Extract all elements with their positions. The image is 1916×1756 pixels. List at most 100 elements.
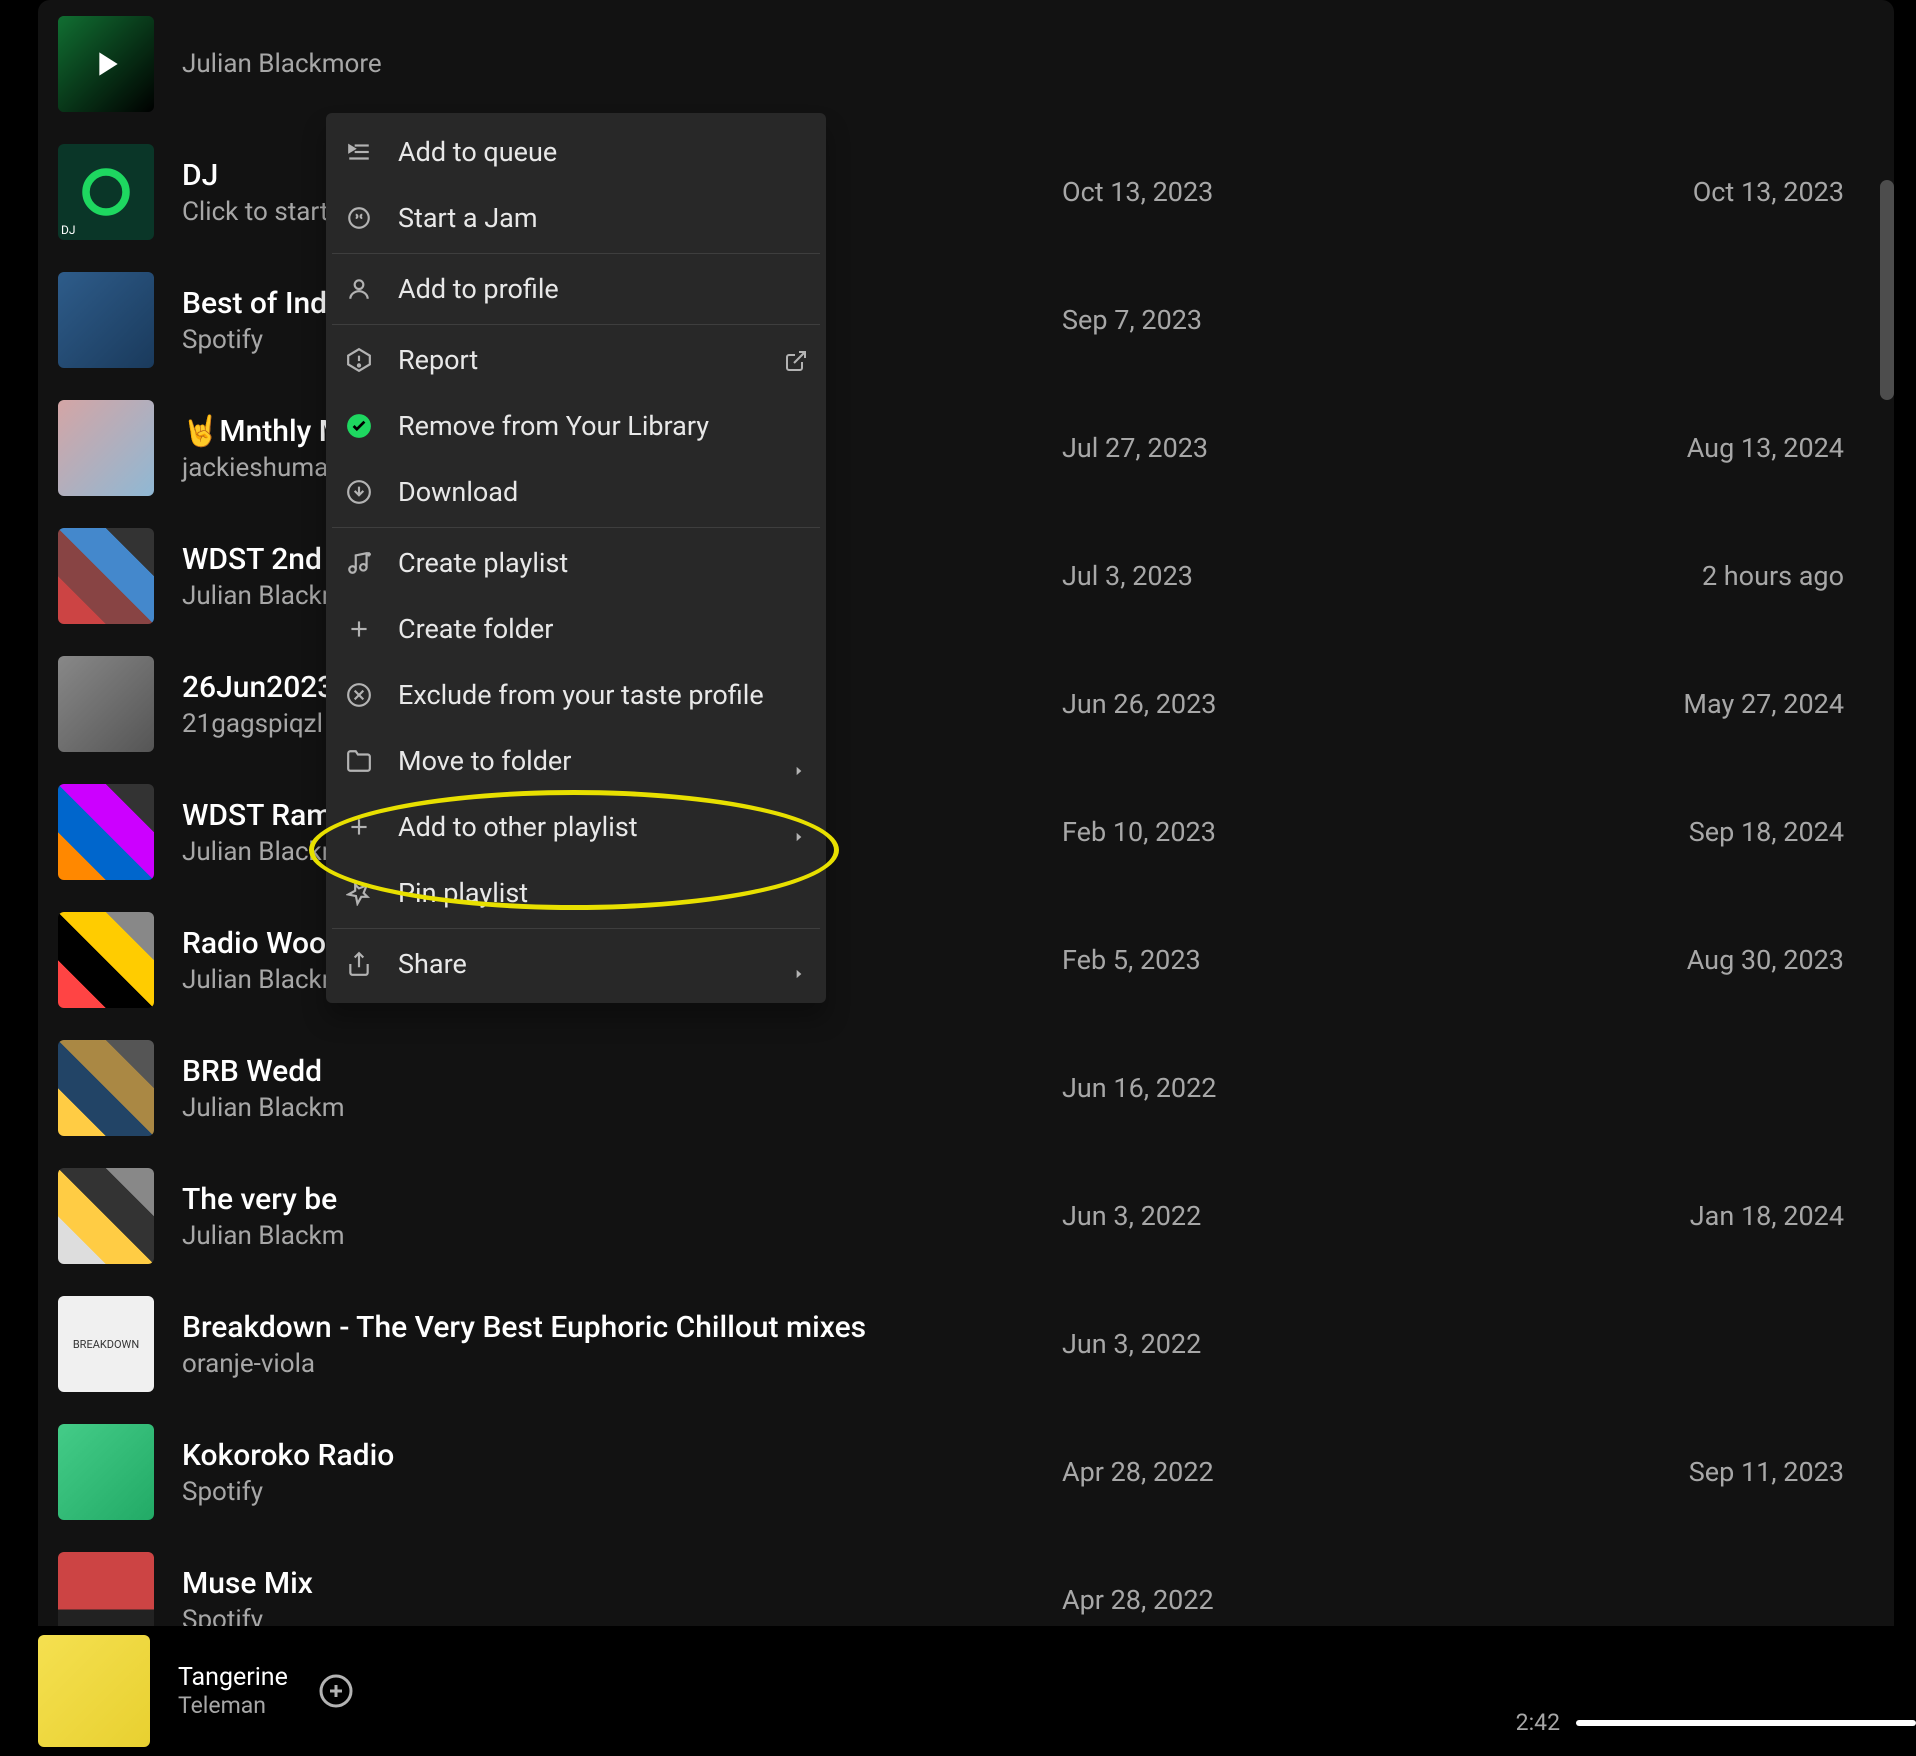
menu-label: Add to profile [398, 273, 808, 305]
menu-add-to-queue[interactable]: Add to queue [332, 119, 820, 185]
menu-label: Exclude from your taste profile [398, 679, 808, 711]
playlist-row[interactable]: Best of Ind Spotify Sep 7, 2023 [38, 256, 1894, 384]
menu-create-folder[interactable]: Create folder [332, 596, 820, 662]
playlist-date-played: Sep 18, 2024 [1582, 816, 1874, 848]
jam-icon [344, 203, 374, 233]
menu-move-to-folder[interactable]: Move to folder [332, 728, 820, 794]
playlist-title: Muse Mix [182, 1566, 1062, 1601]
playlist-title: The very be [182, 1182, 1062, 1217]
now-playing-title[interactable]: Tangerine [178, 1663, 288, 1692]
playlist-row[interactable]: Julian Blackmore Nov 1, 2023 2 minutes a… [38, 0, 1894, 128]
playlist-thumb [58, 16, 154, 112]
menu-label: Move to folder [398, 745, 792, 777]
check-circle-icon [344, 411, 374, 441]
playlist-date-added: Jul 3, 2023 [1062, 560, 1582, 592]
playlist-author: Julian Blackm [182, 1221, 1062, 1251]
menu-label: Download [398, 476, 808, 508]
playlist-row[interactable]: 26Jun2023 21gagspiqzl Jun 26, 2023 May 2… [38, 640, 1894, 768]
playlist-date-played: Aug 13, 2024 [1582, 432, 1874, 464]
playlist-thumb [58, 272, 154, 368]
menu-add-to-profile[interactable]: Add to profile [332, 256, 820, 322]
now-playing-artist[interactable]: Teleman [178, 1692, 288, 1719]
playlist-row[interactable]: BREAKDOWN Breakdown - The Very Best Euph… [38, 1280, 1894, 1408]
menu-add-to-other-playlist[interactable]: Add to other playlist [332, 794, 820, 860]
playlist-date-played: May 27, 2024 [1582, 688, 1874, 720]
pin-icon [344, 878, 374, 908]
menu-create-playlist[interactable]: Create playlist [332, 530, 820, 596]
external-link-icon [784, 348, 808, 372]
playlist-author: oranje-viola [182, 1349, 1062, 1379]
playlist-thumb [58, 784, 154, 880]
menu-exclude-taste-profile[interactable]: Exclude from your taste profile [332, 662, 820, 728]
now-playing-info: Tangerine Teleman [178, 1663, 288, 1719]
playlist-row[interactable]: Radio Woo Julian Blackm Feb 5, 2023 Aug … [38, 896, 1894, 1024]
menu-divider [332, 324, 820, 325]
menu-label: Add to queue [398, 136, 808, 168]
play-icon[interactable] [58, 16, 154, 112]
playlist-date-added: Jun 26, 2023 [1062, 688, 1582, 720]
playlist-info: BRB Wedd Julian Blackm [182, 1054, 1062, 1123]
exclude-icon [344, 680, 374, 710]
folder-icon [344, 746, 374, 776]
menu-remove-from-library[interactable]: Remove from Your Library [332, 393, 820, 459]
playlist-date-added: Jun 3, 2022 [1062, 1328, 1582, 1360]
progress-bar[interactable] [1576, 1720, 1916, 1726]
playlist-title: Kokoroko Radio [182, 1438, 1062, 1473]
menu-start-jam[interactable]: Start a Jam [332, 185, 820, 251]
now-playing-bar: Tangerine Teleman 2:42 [0, 1626, 1916, 1756]
playlist-date-added: Apr 28, 2022 [1062, 1584, 1582, 1616]
menu-divider [332, 928, 820, 929]
playlist-date-added: Feb 10, 2023 [1062, 816, 1582, 848]
context-menu: Add to queue Start a Jam Add to profile … [326, 113, 826, 1003]
playlist-author: Julian Blackmore [182, 49, 1062, 79]
menu-label: Create folder [398, 613, 808, 645]
menu-label: Add to other playlist [398, 811, 792, 843]
music-note-icon [344, 548, 374, 578]
playlist-title: Breakdown - The Very Best Euphoric Chill… [182, 1310, 1062, 1345]
menu-pin-playlist[interactable]: Pin playlist [332, 860, 820, 926]
playlist-thumb [58, 912, 154, 1008]
playlist-row[interactable]: BRB Wedd Julian Blackm Jun 16, 2022 [38, 1024, 1894, 1152]
playlist-row[interactable]: 🤘Mnthly M jackieshuman Jul 27, 2023 Aug … [38, 384, 1894, 512]
menu-label: Report [398, 344, 784, 376]
playlist-thumb [58, 656, 154, 752]
playlist-title: BRB Wedd [182, 1054, 1062, 1089]
menu-download[interactable]: Download [332, 459, 820, 525]
playlist-date-played: 2 hours ago [1582, 560, 1874, 592]
playlist-thumb [58, 400, 154, 496]
menu-label: Share [398, 948, 792, 980]
playlist-info: Breakdown - The Very Best Euphoric Chill… [182, 1310, 1062, 1379]
now-playing-thumb[interactable] [38, 1635, 150, 1747]
plus-icon [344, 614, 374, 644]
menu-label: Create playlist [398, 547, 808, 579]
share-icon [344, 949, 374, 979]
report-icon [344, 345, 374, 375]
playlist-info: Muse Mix Spotify [182, 1566, 1062, 1635]
playlist-date-added: Sep 7, 2023 [1062, 304, 1582, 336]
menu-divider [332, 253, 820, 254]
playlist-row[interactable]: WDST 2nd Julian Blackm Jul 3, 2023 2 hou… [38, 512, 1894, 640]
playlist-date-played: Aug 30, 2023 [1582, 944, 1874, 976]
playlist-date-added: Feb 5, 2023 [1062, 944, 1582, 976]
chevron-right-icon [792, 819, 808, 835]
playlist-row[interactable]: The very be Julian Blackm Jun 3, 2022 Ja… [38, 1152, 1894, 1280]
playlist-row[interactable]: Kokoroko Radio Spotify Apr 28, 2022 Sep … [38, 1408, 1894, 1536]
chevron-right-icon [792, 753, 808, 769]
playlist-date-played: Sep 11, 2023 [1582, 1456, 1874, 1488]
playlist-row[interactable]: DJ DJ Click to start Oct 13, 2023 Oct 13… [38, 128, 1894, 256]
playlist-date-played: Jan 18, 2024 [1582, 1200, 1874, 1232]
playlist-date-added: Jul 27, 2023 [1062, 432, 1582, 464]
playlist-date-played: Oct 13, 2023 [1582, 176, 1874, 208]
playlist-info: Julian Blackmore [182, 49, 1062, 79]
playlist-thumb [58, 1040, 154, 1136]
profile-icon [344, 274, 374, 304]
playlist-row[interactable]: WDST Ram Julian Blackm Feb 10, 2023 Sep … [38, 768, 1894, 896]
add-to-library-icon[interactable] [318, 1673, 354, 1709]
menu-report[interactable]: Report [332, 327, 820, 393]
playlist-thumb [58, 528, 154, 624]
menu-label: Start a Jam [398, 202, 808, 234]
queue-icon [344, 137, 374, 167]
menu-share[interactable]: Share [332, 931, 820, 997]
playlist-date-added: Oct 13, 2023 [1062, 176, 1582, 208]
playlist-date-added: Jun 16, 2022 [1062, 1072, 1582, 1104]
